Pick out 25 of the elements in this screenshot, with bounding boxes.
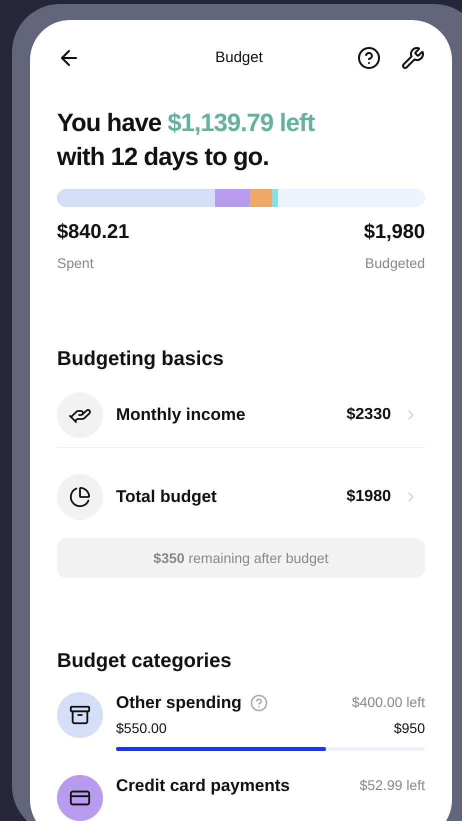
row-value: $2330	[346, 404, 391, 424]
category-name: Credit card payments	[116, 774, 290, 796]
budgeted-amount: $1,980	[364, 220, 425, 245]
category-budget: $950	[394, 718, 425, 738]
help-button[interactable]	[357, 46, 381, 70]
headline: You have $1,139.79 left with 12 days to go.	[57, 108, 316, 173]
row-value: $1980	[346, 487, 391, 507]
category-spent: $550.00	[116, 718, 167, 738]
category-name: Other spending	[116, 692, 242, 714]
settings-button[interactable]	[401, 46, 425, 70]
row-label: Monthly income	[116, 404, 246, 426]
section-title: Budget categories	[57, 649, 232, 674]
budgeted-label: Budgeted	[364, 254, 425, 273]
row-label: Total budget	[116, 486, 218, 508]
basics-row[interactable]: Total budget $1980	[57, 468, 425, 526]
spent-label: Spent	[57, 254, 95, 273]
amount-left: $52.99 left	[360, 776, 425, 795]
page-title: Budget	[214, 48, 264, 68]
spent-amount: $840.21	[57, 220, 130, 245]
pie-chart-icon	[69, 486, 91, 508]
box-icon	[69, 704, 91, 726]
remaining-note: $350 remaining after budget	[57, 538, 425, 578]
basics-row[interactable]: Monthly income $2330	[57, 386, 425, 448]
amount-left: $400.00 left	[352, 693, 425, 712]
section-title: Budgeting basics	[57, 347, 225, 372]
